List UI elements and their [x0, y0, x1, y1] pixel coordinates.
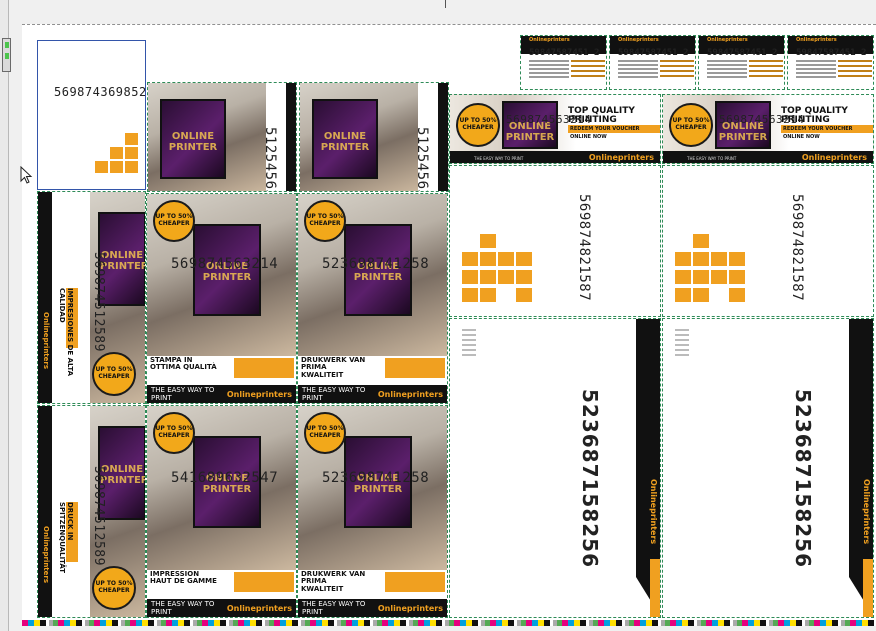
job-code: 569874563214: [506, 113, 592, 126]
business-card-white[interactable]: 569874369852: [37, 40, 146, 190]
discount-badge: UP TO 50% CHEAPER: [304, 200, 346, 242]
poster-text: ONLINE PRINTER: [100, 464, 146, 486]
flyer-headline: STAMPA IN OTTIMA QUALITÀ: [150, 356, 217, 372]
color-control-strip: [22, 620, 876, 626]
flyer-headline: DRUCK IN SPITZENQUALITÄT: [58, 502, 74, 574]
wide-flyer[interactable]: UP TO 50% CHEAPER ONLINE PRINTER TOP QUA…: [449, 94, 661, 164]
business-card-banner[interactable]: Onlineprinters 59847587451 2: [609, 35, 696, 90]
job-code: 569874512589: [91, 466, 106, 566]
job-code: 569874563214: [719, 113, 805, 126]
job-code: 569874821587: [789, 194, 805, 302]
brand-logo: Onlineprinters: [796, 37, 837, 43]
job-code: 523687158256: [578, 389, 602, 568]
job-code: 51254563214: [262, 127, 278, 192]
handle-grip-icon: [5, 42, 9, 48]
poster-text: ONLINE PRINTER: [320, 131, 370, 154]
job-code: 541689632547: [171, 470, 279, 486]
job-code: 523698741258: [322, 470, 430, 486]
job-code: 523687158256: [791, 389, 815, 568]
slogan: THE EASY WAY TO PRINT: [302, 386, 366, 402]
brand-logo: Onlineprinters: [377, 603, 443, 613]
discount-badge: UP TO 50% CHEAPER: [456, 103, 500, 147]
ruler-handle[interactable]: [2, 38, 11, 72]
brand-logo: Onlineprinters: [801, 153, 867, 162]
job-code: 569874821587: [576, 194, 592, 302]
job-code: 59847587451 2: [618, 48, 689, 58]
discount-badge: UP TO 50% CHEAPER: [669, 103, 713, 147]
flyer-portrait[interactable]: ONLINE PRINTER UP TO 50% CHEAPER 5236987…: [297, 193, 448, 404]
slogan: THE EASY WAY TO PRINT: [302, 600, 366, 616]
poster-text: ONLINE PRINTER: [168, 131, 218, 154]
brand-logo: Onlineprinters: [226, 389, 292, 399]
wide-flyer[interactable]: UP TO 50% CHEAPER ONLINE PRINTER TOP QUA…: [662, 94, 874, 164]
discount-badge: UP TO 50% CHEAPER: [304, 412, 346, 454]
flyer-headline: DRUKWERK VAN PRIMA KWALITEIT: [301, 356, 366, 379]
discount-badge: UP TO 50% CHEAPER: [153, 412, 195, 454]
job-code: 569874512589: [91, 252, 106, 352]
flyer-portrait[interactable]: ONLINE PRINTER UP TO 50% CHEAPER 5698745…: [146, 193, 297, 404]
business-card-banner[interactable]: Onlineprinters 59847587451 2: [698, 35, 785, 90]
job-code: 523698741258: [322, 256, 430, 272]
brand-logo: Onlineprinters: [649, 479, 658, 545]
slogan: THE EASY WAY TO PRINT: [151, 386, 215, 402]
flyer-rotated[interactable]: ONLINE PRINTER UP TO 50% CHEAPER 5698745…: [37, 191, 146, 404]
flyer-rotated[interactable]: ONLINE PRINTER UP TO 50% CHEAPER 5698745…: [37, 405, 146, 618]
brand-logo: Onlineprinters: [226, 603, 292, 613]
job-code: 51254563214: [414, 127, 430, 192]
brand-logo: Onlineprinters: [377, 389, 443, 399]
slogan: THE EASY WAY TO PRINT: [151, 600, 215, 616]
tall-card[interactable]: 523687158256 Onlineprinters: [449, 318, 661, 618]
flyer-portrait[interactable]: ONLINE PRINTER UP TO 50% CHEAPER 5416896…: [146, 405, 297, 618]
job-code: 59847587451 2: [707, 48, 778, 58]
brand-logo: Onlineprinters: [588, 153, 654, 162]
poster-flyer-small[interactable]: ONLINE PRINTER 51254563214: [299, 82, 449, 192]
slogan: THE EASY WAY TO PRINT: [474, 156, 524, 161]
poster-flyer-small[interactable]: ONLINE PRINTER 51254563214: [147, 82, 297, 192]
flyer-headline: DRUKWERK VAN PRIMA KWALITEIT: [301, 570, 366, 593]
handle-grip-icon: [5, 53, 9, 59]
brand-logo: Onlineprinters: [862, 479, 871, 545]
flyer-headline: IMPRESIONES DE ALTA CALIDAD: [58, 288, 74, 376]
business-card-banner[interactable]: Onlineprinters 59847587451 2: [520, 35, 607, 90]
poster-text: ONLINE PRINTER: [100, 250, 146, 272]
business-card-rotated[interactable]: 569874821587: [449, 165, 661, 317]
brand-logo: Onlineprinters: [42, 312, 50, 370]
job-code: 59847587451 2: [796, 48, 867, 58]
slogan: THE EASY WAY TO PRINT: [687, 156, 737, 161]
voucher-text: REDEEM YOUR VOUCHER ONLINE NOW: [781, 125, 873, 140]
flyer-portrait[interactable]: ONLINE PRINTER UP TO 50% CHEAPER 5236987…: [297, 405, 448, 618]
tall-card[interactable]: 523687158256 Onlineprinters: [662, 318, 874, 618]
ruler-tick: [445, 0, 446, 8]
brand-logo: Onlineprinters: [707, 37, 748, 43]
job-code: 569874369852: [54, 85, 146, 99]
job-code: 569874563214: [171, 256, 279, 272]
mouse-pointer-icon: [20, 166, 33, 184]
flyer-headline: IMPRESSION HAUT DE GAMME: [150, 570, 217, 586]
business-card-rotated[interactable]: 569874821587: [662, 165, 874, 317]
brand-logo: Onlineprinters: [42, 526, 50, 584]
voucher-text: REDEEM YOUR VOUCHER ONLINE NOW: [568, 125, 660, 140]
business-card-banner[interactable]: Onlineprinters 59847587451 2: [787, 35, 874, 90]
job-code: 59847587451 2: [529, 48, 600, 58]
brand-logo: Onlineprinters: [529, 37, 570, 43]
brand-logo: Onlineprinters: [618, 37, 659, 43]
discount-badge: UP TO 50% CHEAPER: [153, 200, 195, 242]
